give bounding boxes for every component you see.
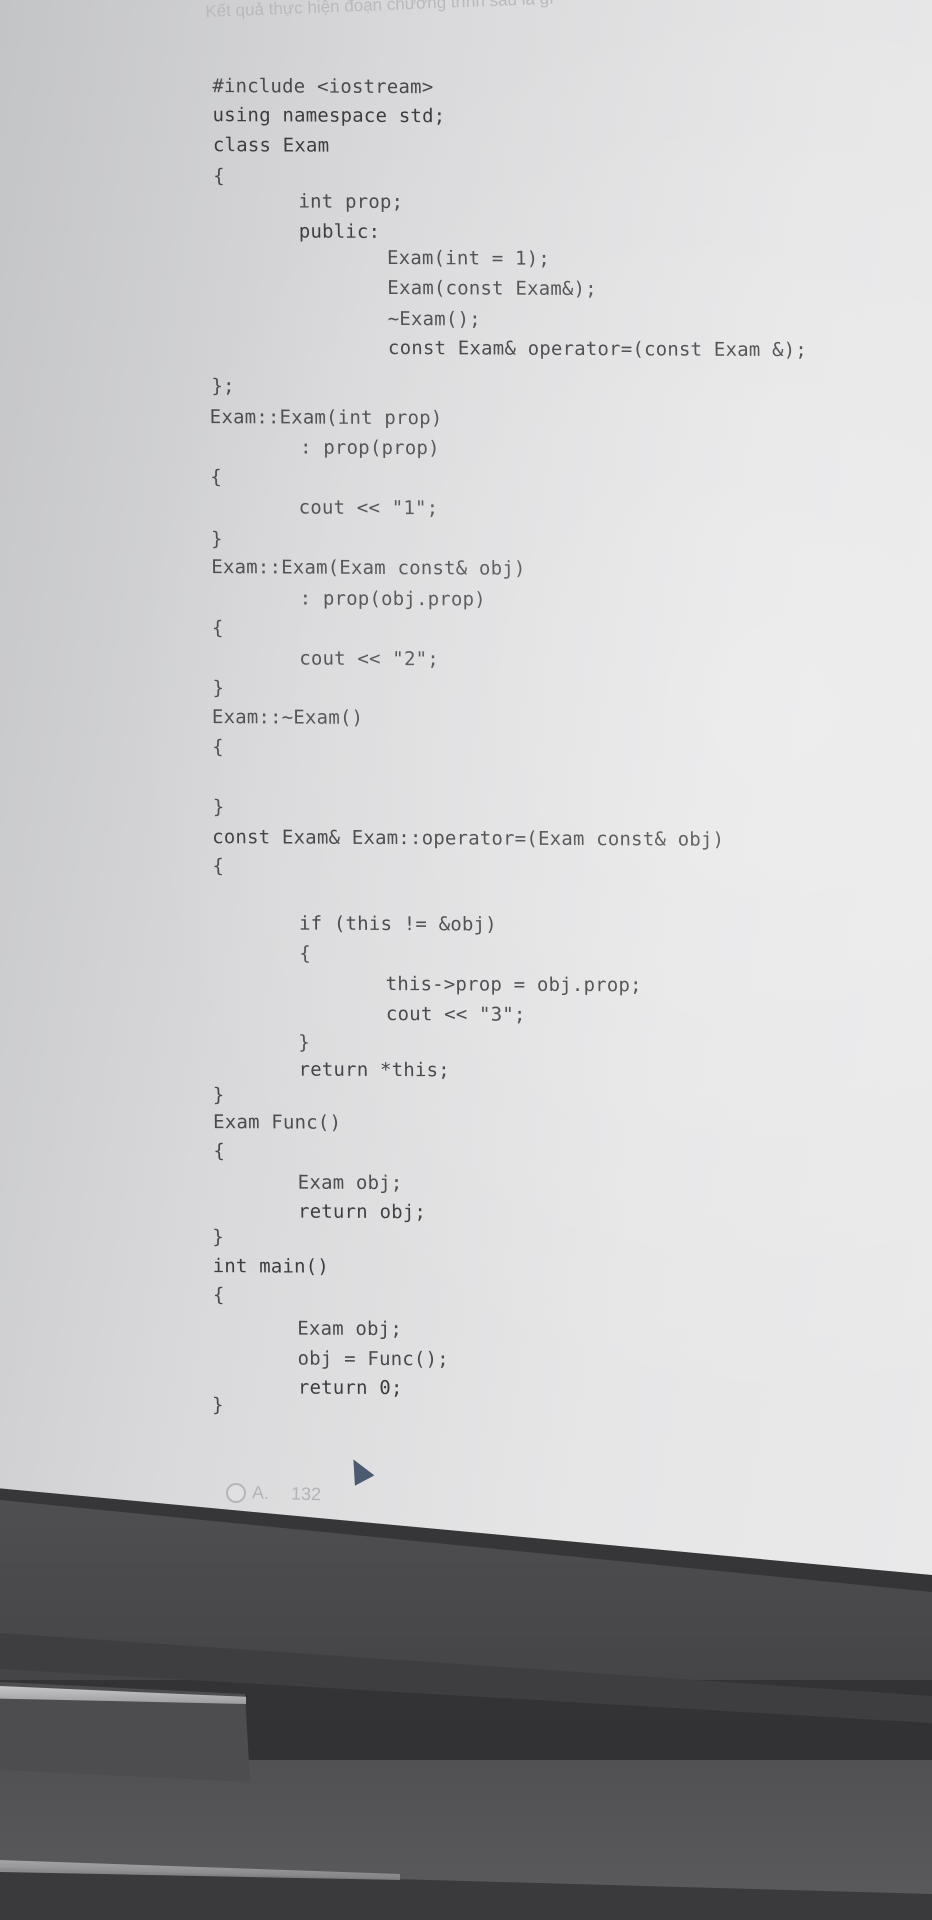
code-line: Exam obj;	[297, 1317, 403, 1341]
code-line: }	[211, 1394, 224, 1417]
option-letter: A.	[251, 1482, 270, 1503]
code-line: };	[211, 375, 235, 398]
code-line: cout << "2";	[299, 647, 440, 671]
code-line: return 0;	[297, 1376, 403, 1400]
code-line: }	[212, 1226, 225, 1249]
code-line: Exam::Exam(Exam const& obj)	[211, 556, 526, 580]
code-line: const Exam& operator=(const Exam &);	[387, 336, 808, 362]
code-line: Exam Func()	[213, 1111, 342, 1134]
code-line: {	[299, 942, 312, 965]
code-line: class Exam	[212, 134, 330, 157]
code-line: {	[213, 1140, 226, 1163]
code-line: this->prop = obj.prop;	[385, 973, 642, 997]
code-line: if (this != &obj)	[298, 912, 498, 936]
code-line: Exam::Exam(int prop)	[209, 406, 443, 430]
code-line: ~Exam();	[387, 307, 481, 331]
code-line: Exam(int = 1);	[386, 246, 551, 270]
radio-button[interactable]	[225, 1482, 247, 1503]
code-line: : prop(obj.prop)	[299, 587, 486, 611]
code-line: #include <iostream>	[212, 75, 434, 99]
code-line: cout << "1";	[298, 496, 439, 520]
code-line: {	[210, 466, 223, 489]
code-line: using namespace std;	[212, 104, 446, 128]
code-line: public:	[298, 220, 381, 243]
code-line: }	[210, 528, 223, 551]
code-line: Exam(const Exam&);	[387, 276, 597, 301]
code-line: }	[212, 1084, 225, 1107]
code-block: #include <iostream> using namespace std;…	[0, 0, 932, 1504]
code-line: int prop;	[298, 190, 404, 214]
code-line: }	[212, 677, 225, 700]
code-line: cout << "3";	[385, 1003, 526, 1026]
code-line: int main()	[212, 1255, 330, 1278]
code-line: return obj;	[297, 1200, 427, 1224]
code-line: : prop(prop)	[299, 436, 440, 460]
monitor-screen: Kết quả thực hiện đoạn chương trình sau …	[0, 0, 932, 1575]
photo-scene: Kết quả thực hiện đoạn chương trình sau …	[0, 0, 932, 1920]
code-line: Exam::~Exam()	[211, 706, 364, 729]
answer-option-a[interactable]: A. 132	[225, 1482, 322, 1505]
code-line: {	[211, 617, 224, 640]
code-line: obj = Func();	[297, 1347, 450, 1371]
code-line: {	[212, 855, 225, 878]
code-line: return *this;	[298, 1058, 450, 1082]
code-line: {	[212, 1284, 225, 1307]
code-line: {	[213, 165, 225, 188]
code-line: {	[212, 736, 224, 759]
option-value: 132	[290, 1483, 322, 1505]
code-line: Exam obj;	[297, 1171, 403, 1195]
code-line: }	[212, 796, 225, 819]
code-line: }	[298, 1031, 311, 1054]
code-line: const Exam& Exam::operator=(Exam const& …	[212, 826, 725, 851]
